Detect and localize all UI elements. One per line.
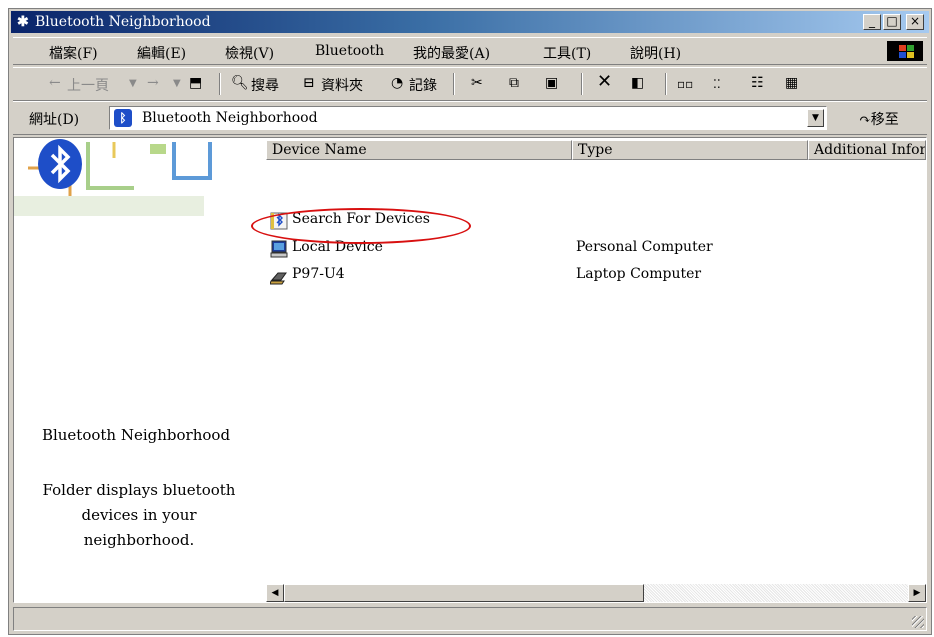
folders-button[interactable]: 資料夾: [321, 75, 363, 95]
column-type[interactable]: Type: [572, 140, 808, 160]
view-large-icons-icon[interactable]: ▫▫: [677, 77, 693, 91]
title-bar[interactable]: ✱ Bluetooth Neighborhood _ □ ×: [11, 11, 929, 33]
cut-icon[interactable]: ✂: [471, 75, 483, 91]
properties-icon[interactable]: ◧: [631, 75, 644, 91]
search-icon[interactable]: 🔍︎: [231, 75, 249, 91]
minimize-button[interactable]: _: [863, 14, 881, 30]
info-title: Bluetooth Neighborhood: [41, 426, 231, 444]
menu-tools[interactable]: 工具(T): [543, 43, 591, 63]
toolbar-separator: [581, 73, 583, 95]
forward-dropdown-icon[interactable]: ▼: [173, 78, 181, 89]
highlight-ellipse: [251, 208, 471, 244]
window-title: Bluetooth Neighborhood: [35, 14, 211, 30]
column-additional-info[interactable]: Additional Infor: [808, 140, 926, 160]
copy-icon[interactable]: ⧉: [509, 75, 519, 91]
list-header: Device Name Type Additional Infor: [266, 140, 926, 160]
view-details-icon[interactable]: ▦: [785, 75, 798, 91]
menu-edit[interactable]: 編輯(E): [137, 43, 186, 63]
view-list-icon[interactable]: ☷: [751, 75, 764, 91]
chevron-down-icon[interactable]: ▼: [807, 109, 824, 127]
history-button[interactable]: 記錄: [409, 75, 437, 95]
list-item-p97-u4[interactable]: P97-U4 Laptop Computer: [266, 263, 866, 289]
device-name: P97-U4: [292, 266, 345, 282]
back-dropdown-icon[interactable]: ▼: [129, 78, 137, 89]
scroll-left-icon[interactable]: ◀: [266, 584, 284, 602]
maximize-button[interactable]: □: [883, 14, 901, 30]
toolbar-separator: [219, 73, 221, 95]
address-value: Bluetooth Neighborhood: [142, 110, 318, 126]
go-button[interactable]: ↷移至: [859, 109, 899, 129]
toolbar: ← 上一頁 ▼ → ▼ ⬒ 🔍︎ 搜尋 ⊟ 資料夾 ◔ 記錄 ✂ ⧉ ▣ ✕ ◧…: [13, 67, 927, 101]
delete-icon[interactable]: ✕: [597, 71, 612, 92]
laptop-icon: [270, 272, 287, 285]
info-description: Folder displays bluetooth devices in you…: [42, 481, 236, 549]
go-arrow-icon: ↷: [859, 112, 871, 128]
bluetooth-icon: ✱: [17, 14, 29, 30]
info-pane: Bluetooth Neighborhood Folder displays b…: [14, 138, 258, 602]
go-label: 移至: [870, 112, 899, 128]
address-label: 網址(D): [29, 112, 80, 128]
search-button[interactable]: 搜尋: [251, 75, 279, 95]
view-small-icons-icon[interactable]: ⁚⁚: [713, 77, 721, 91]
device-type: Laptop Computer: [576, 266, 702, 282]
horizontal-scrollbar[interactable]: ◀ ▶: [266, 584, 926, 602]
explorer-window: ✱ Bluetooth Neighborhood _ □ × 檔案(F) 編輯(…: [8, 8, 932, 635]
close-button[interactable]: ×: [906, 14, 924, 30]
bluetooth-icon: ᛒ: [114, 109, 132, 127]
paste-icon[interactable]: ▣: [545, 75, 558, 91]
history-icon[interactable]: ◔: [391, 75, 403, 91]
toolbar-separator: [453, 73, 455, 95]
menu-bar: 檔案(F) 編輯(E) 檢視(V) Bluetooth 我的最愛(A) 工具(T…: [13, 37, 927, 65]
status-bar: [13, 607, 927, 631]
scroll-right-icon[interactable]: ▶: [908, 584, 926, 602]
address-bar: 網址(D) ᛒ Bluetooth Neighborhood ▼ ↷移至: [13, 101, 927, 135]
up-folder-icon[interactable]: ⬒: [189, 75, 202, 91]
toolbar-separator: [665, 73, 667, 95]
content-area: Bluetooth Neighborhood Folder displays b…: [13, 137, 927, 603]
folders-icon[interactable]: ⊟: [303, 75, 315, 91]
computer-icon: [270, 240, 288, 258]
forward-arrow-icon[interactable]: →: [147, 75, 159, 91]
menu-help[interactable]: 說明(H): [630, 43, 681, 63]
scroll-thumb[interactable]: [284, 584, 644, 602]
back-arrow-icon[interactable]: ←: [49, 75, 61, 91]
column-device-name[interactable]: Device Name: [266, 140, 572, 160]
menu-bluetooth[interactable]: Bluetooth: [315, 43, 384, 59]
menu-favorites[interactable]: 我的最愛(A): [413, 43, 490, 63]
bluetooth-banner-graphic: [14, 139, 212, 216]
menu-view[interactable]: 檢視(V): [225, 43, 274, 63]
windows-logo-icon: [887, 41, 923, 61]
resize-grip-icon[interactable]: [912, 616, 924, 628]
back-button[interactable]: 上一頁: [67, 75, 109, 95]
menu-file[interactable]: 檔案(F): [49, 43, 98, 63]
address-field[interactable]: ᛒ Bluetooth Neighborhood ▼: [109, 106, 827, 130]
device-type: Personal Computer: [576, 239, 713, 255]
